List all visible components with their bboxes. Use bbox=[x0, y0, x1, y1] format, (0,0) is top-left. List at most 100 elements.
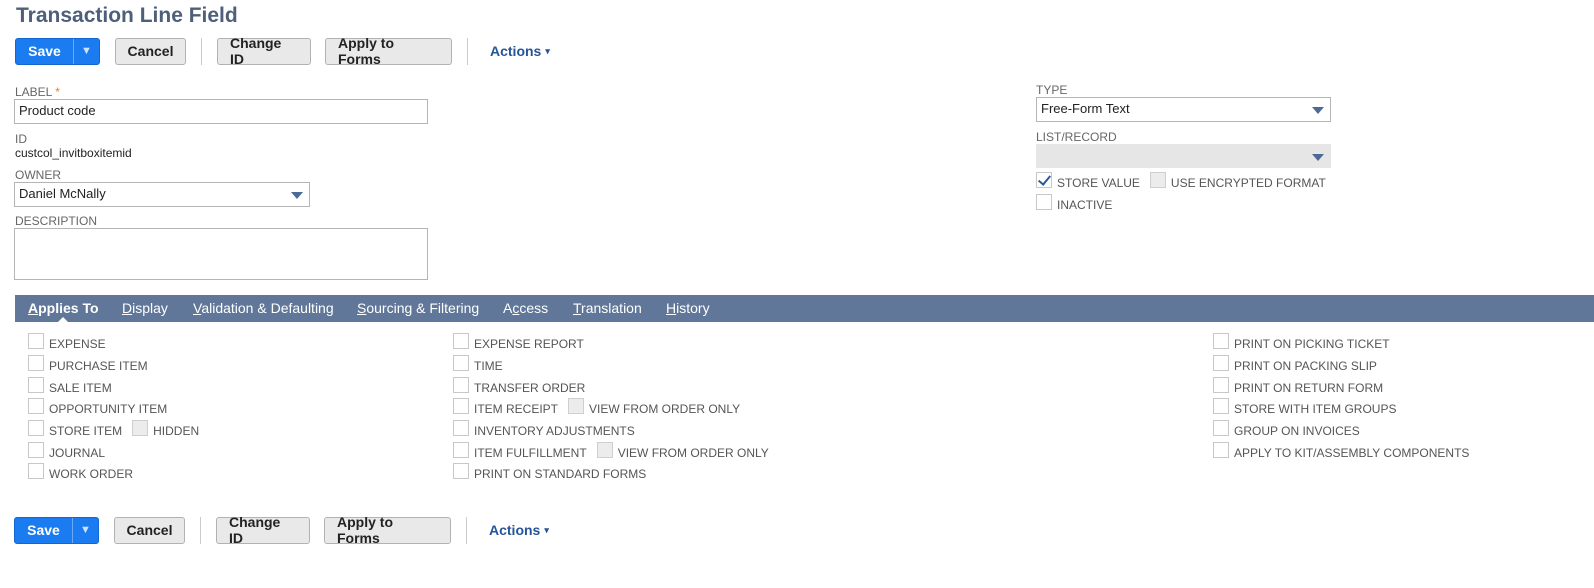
subtab-bar: Applies To Display Validation & Defaulti… bbox=[15, 295, 1594, 324]
change-id-button[interactable]: Change ID bbox=[217, 35, 311, 67]
checkbox-checked-icon[interactable] bbox=[1036, 172, 1052, 188]
id-caption: ID bbox=[15, 132, 27, 146]
applies-print-picking-ticket-checkbox[interactable]: PRINT ON PICKING TICKET bbox=[1213, 333, 1390, 352]
checkbox-label: GROUP ON INVOICES bbox=[1234, 424, 1360, 438]
applies-journal-checkbox[interactable]: JOURNAL bbox=[28, 442, 105, 461]
applies-item-fulfillment-checkbox[interactable]: ITEM FULFILLMENT VIEW FROM ORDER ONLY bbox=[453, 442, 769, 461]
actions-menu[interactable]: Actions ▾ bbox=[490, 43, 550, 59]
applies-expense-checkbox[interactable]: EXPENSE bbox=[28, 333, 106, 352]
checkbox-label: VIEW FROM ORDER ONLY bbox=[617, 446, 769, 460]
item-fulfillment-view-from-order-checkbox[interactable] bbox=[596, 442, 613, 458]
checkbox-icon[interactable] bbox=[28, 420, 44, 436]
applies-work-order-checkbox[interactable]: WORK ORDER bbox=[28, 463, 133, 482]
checkbox-icon[interactable] bbox=[28, 463, 44, 479]
inactive-label: INACTIVE bbox=[1057, 198, 1113, 212]
checkbox-label: HIDDEN bbox=[153, 424, 200, 438]
checkbox-label: INVENTORY ADJUSTMENTS bbox=[474, 424, 635, 438]
checkbox-icon[interactable] bbox=[453, 377, 469, 393]
checkbox-icon[interactable] bbox=[28, 398, 44, 414]
checkbox-icon[interactable] bbox=[1213, 355, 1229, 371]
save-button-group: Save ▼ bbox=[15, 37, 100, 65]
cancel-button[interactable]: Cancel bbox=[114, 516, 185, 544]
applies-sale-item-checkbox[interactable]: SALE ITEM bbox=[28, 377, 112, 396]
checkbox-icon[interactable] bbox=[28, 333, 44, 349]
checkbox-label: PRINT ON RETURN FORM bbox=[1234, 381, 1384, 395]
applies-print-packing-slip-checkbox[interactable]: PRINT ON PACKING SLIP bbox=[1213, 355, 1377, 374]
checkbox-icon[interactable] bbox=[453, 355, 469, 371]
checkbox-icon[interactable] bbox=[453, 442, 469, 458]
actions-menu[interactable]: Actions ▾ bbox=[489, 522, 549, 538]
type-select-value: Free-Form Text bbox=[1041, 101, 1130, 116]
cancel-button[interactable]: Cancel bbox=[115, 37, 186, 65]
applies-transfer-order-checkbox[interactable]: TRANSFER ORDER bbox=[453, 377, 585, 396]
store-item-hidden-checkbox[interactable] bbox=[132, 420, 149, 436]
checkbox-label: PURCHASE ITEM bbox=[49, 359, 148, 373]
checkbox-label: WORK ORDER bbox=[49, 467, 133, 481]
checkbox-icon[interactable] bbox=[1036, 194, 1052, 210]
description-textarea[interactable] bbox=[14, 228, 428, 280]
checkbox-icon[interactable] bbox=[28, 442, 44, 458]
applies-kit-assembly-checkbox[interactable]: APPLY TO KIT/ASSEMBLY COMPONENTS bbox=[1213, 442, 1469, 461]
checkbox-icon[interactable] bbox=[1213, 442, 1229, 458]
list-record-caption: LIST/RECORD bbox=[1036, 130, 1117, 144]
checkbox-label: STORE WITH ITEM GROUPS bbox=[1234, 402, 1397, 416]
checkbox-icon[interactable] bbox=[28, 377, 44, 393]
checkbox-label: PRINT ON PICKING TICKET bbox=[1234, 337, 1390, 351]
tab-access[interactable]: Access bbox=[503, 300, 548, 316]
checkbox-label: ITEM FULFILLMENT bbox=[474, 446, 587, 460]
caret-down-icon: ▾ bbox=[545, 45, 550, 56]
checkbox-label: VIEW FROM ORDER ONLY bbox=[589, 402, 741, 416]
checkbox-icon[interactable] bbox=[453, 420, 469, 436]
owner-select[interactable]: Daniel McNally bbox=[14, 182, 310, 207]
apply-to-forms-button[interactable]: Apply to Forms bbox=[324, 514, 451, 546]
applies-purchase-item-checkbox[interactable]: PURCHASE ITEM bbox=[28, 355, 148, 374]
dropdown-arrow-icon bbox=[1312, 107, 1324, 114]
owner-select-value: Daniel McNally bbox=[19, 186, 106, 201]
applies-time-checkbox[interactable]: TIME bbox=[453, 355, 503, 374]
applies-inventory-adjustments-checkbox[interactable]: INVENTORY ADJUSTMENTS bbox=[453, 420, 635, 439]
checkbox-icon[interactable] bbox=[453, 333, 469, 349]
checkbox-label: ITEM RECEIPT bbox=[474, 402, 559, 416]
use-encrypted-label: USE ENCRYPTED FORMAT bbox=[1170, 176, 1326, 190]
checkbox-icon[interactable] bbox=[1213, 377, 1229, 393]
applies-opportunity-item-checkbox[interactable]: OPPORTUNITY ITEM bbox=[28, 398, 167, 417]
type-select[interactable]: Free-Form Text bbox=[1036, 97, 1331, 122]
save-button[interactable]: Save bbox=[15, 518, 72, 543]
save-button-group: Save ▼ bbox=[14, 516, 99, 544]
tab-validation-defaulting[interactable]: Validation & Defaulting bbox=[193, 300, 334, 316]
checkbox-label: SALE ITEM bbox=[49, 381, 112, 395]
change-id-button[interactable]: Change ID bbox=[216, 514, 310, 546]
store-value-checkbox[interactable]: STORE VALUE USE ENCRYPTED FORMAT bbox=[1036, 172, 1326, 191]
use-encrypted-checkbox[interactable] bbox=[1149, 172, 1166, 188]
applies-expense-report-checkbox[interactable]: EXPENSE REPORT bbox=[453, 333, 584, 352]
applies-store-item-groups-checkbox[interactable]: STORE WITH ITEM GROUPS bbox=[1213, 398, 1397, 417]
save-dropdown-button[interactable]: ▼ bbox=[73, 38, 99, 64]
checkbox-icon[interactable] bbox=[1213, 333, 1229, 349]
dropdown-arrow-icon bbox=[1312, 154, 1324, 161]
applies-store-item-checkbox[interactable]: STORE ITEM HIDDEN bbox=[28, 420, 200, 439]
applies-print-return-form-checkbox[interactable]: PRINT ON RETURN FORM bbox=[1213, 377, 1384, 396]
checkbox-icon[interactable] bbox=[453, 398, 469, 414]
item-receipt-view-from-order-checkbox[interactable] bbox=[568, 398, 585, 414]
actions-label: Actions bbox=[489, 522, 541, 538]
save-button[interactable]: Save bbox=[16, 39, 73, 64]
caret-down-icon: ▾ bbox=[544, 524, 549, 535]
checkbox-icon[interactable] bbox=[1213, 398, 1229, 414]
checkbox-icon[interactable] bbox=[28, 355, 44, 371]
applies-group-on-invoices-checkbox[interactable]: GROUP ON INVOICES bbox=[1213, 420, 1360, 439]
tab-applies-to[interactable]: Applies To bbox=[28, 300, 99, 324]
description-caption: DESCRIPTION bbox=[15, 214, 98, 228]
applies-print-standard-forms-checkbox[interactable]: PRINT ON STANDARD FORMS bbox=[453, 463, 646, 482]
inactive-checkbox[interactable]: INACTIVE bbox=[1036, 194, 1113, 213]
required-asterisk: * bbox=[55, 85, 60, 99]
checkbox-icon[interactable] bbox=[453, 463, 469, 479]
tab-history[interactable]: History bbox=[666, 300, 710, 316]
label-input[interactable]: Product code bbox=[14, 99, 428, 124]
save-dropdown-button[interactable]: ▼ bbox=[72, 517, 98, 543]
tab-translation[interactable]: Translation bbox=[573, 300, 642, 316]
tab-display[interactable]: Display bbox=[122, 300, 168, 316]
applies-item-receipt-checkbox[interactable]: ITEM RECEIPT VIEW FROM ORDER ONLY bbox=[453, 398, 741, 417]
checkbox-icon[interactable] bbox=[1213, 420, 1229, 436]
tab-sourcing-filtering[interactable]: Sourcing & Filtering bbox=[357, 300, 479, 316]
apply-to-forms-button[interactable]: Apply to Forms bbox=[325, 35, 452, 67]
